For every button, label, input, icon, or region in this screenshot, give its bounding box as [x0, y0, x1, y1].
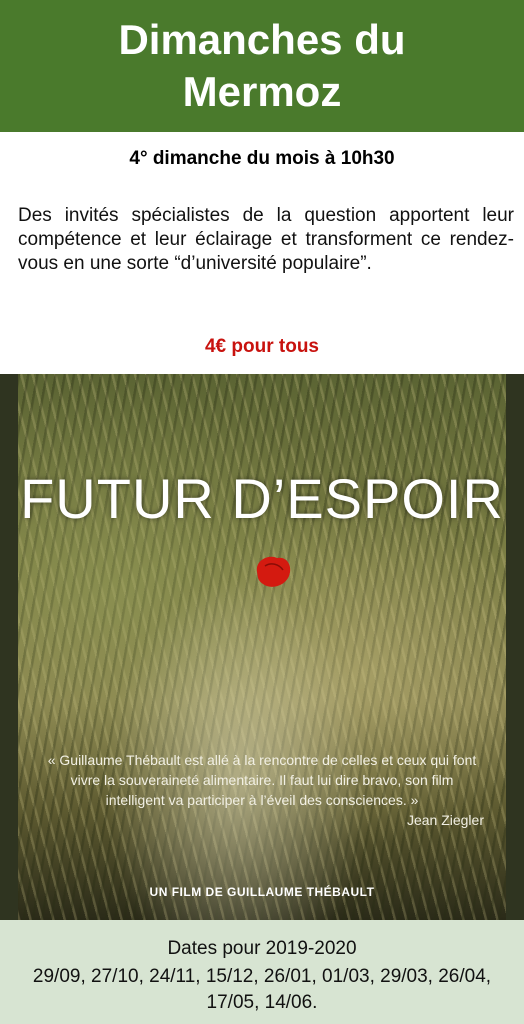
- poster-title: FUTUR D’ESPOIR: [20, 467, 504, 530]
- page-title: Dimanches du Mermoz: [118, 16, 406, 115]
- poster-quote: « Guillaume Thébault est allé à la renco…: [47, 752, 477, 808]
- poppy-flower-icon: [256, 556, 291, 587]
- film-credit: UN FILM DE GUILLAUME THÉBAULT: [149, 885, 375, 899]
- dates-label: Dates pour 2019-2020: [167, 938, 357, 959]
- description-text: Des invités spécialistes de la question …: [18, 205, 514, 274]
- schedule-text: 4° dimanche du mois à 10h30: [129, 148, 395, 169]
- quote-author: Jean Ziegler: [406, 812, 484, 828]
- film-poster: FUTUR D’ESPOIR « Guillaume Thébault est …: [0, 374, 524, 920]
- wheat-field-image: [18, 374, 506, 920]
- header-banner: Dimanches du Mermoz: [0, 0, 524, 132]
- dates-footer: Dates pour 2019-2020 29/09, 27/10, 24/11…: [0, 920, 524, 1024]
- price-text: 4€ pour tous: [204, 336, 319, 357]
- dates-list: 29/09, 27/10, 24/11, 15/12, 26/01, 01/03…: [32, 966, 492, 1013]
